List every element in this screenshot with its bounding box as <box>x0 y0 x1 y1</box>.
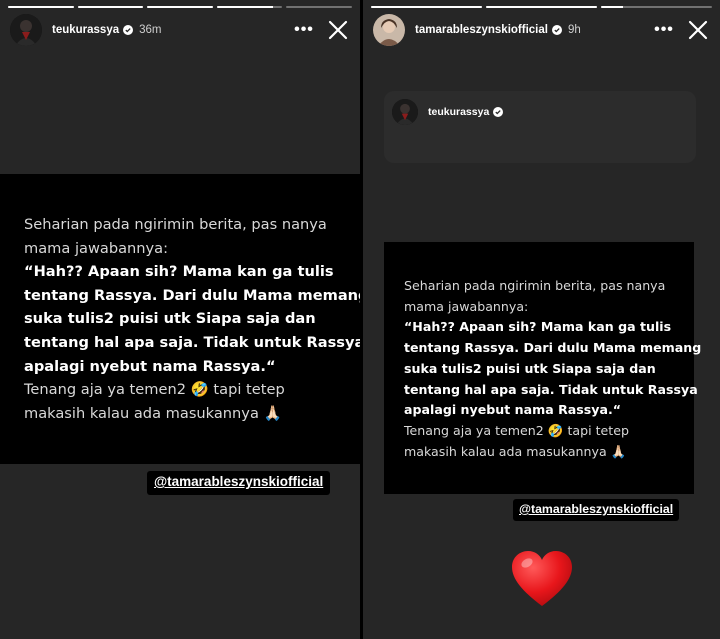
more-options-icon[interactable]: ••• <box>650 16 678 44</box>
story-progress-bar <box>8 6 352 8</box>
progress-segment <box>286 6 352 8</box>
avatar[interactable] <box>392 99 418 125</box>
progress-segment <box>371 6 482 8</box>
progress-segment <box>8 6 74 8</box>
repost-username[interactable]: teukurassya <box>428 106 489 118</box>
quote-line: suka tulis2 puisi utk Siapa saja dan <box>404 360 656 376</box>
mention-sticker[interactable]: @tamarableszynskiofficial <box>147 471 331 495</box>
quote-line: tentang hal apa saja. Tidak untuk Rassya <box>24 333 360 351</box>
verified-badge-icon <box>551 25 562 35</box>
story-panel-left[interactable]: teukurassya 36m ••• Seharian pada ngirim… <box>0 0 360 639</box>
quote-line: mama jawabannya: <box>404 298 529 314</box>
mention-sticker[interactable]: @tamarableszynskiofficial <box>513 499 680 521</box>
verified-badge-icon <box>123 25 134 35</box>
close-icon[interactable] <box>324 16 352 44</box>
quote-line: makasih kalau ada masukannya 🙏🏻 <box>404 443 627 459</box>
quote-line: “Hah?? Apaan sih? Mama kan ga tulis <box>404 319 672 335</box>
quote-line: “Hah?? Apaan sih? Mama kan ga tulis <box>24 263 334 281</box>
progress-segment <box>147 6 213 8</box>
story-header: tamarableszynskiofficial 9h ••• <box>373 14 712 46</box>
story-timestamp: 9h <box>567 24 581 36</box>
progress-segment <box>601 6 712 8</box>
progress-segment <box>486 6 597 8</box>
story-timestamp: 36m <box>139 24 162 36</box>
quote-line: apalagi nyebut nama Rassya.“ <box>24 357 276 375</box>
story-header: teukurassya 36m ••• <box>10 14 352 46</box>
quote-line: Seharian pada ngirimin berita, pas nanya <box>24 216 327 233</box>
quote-text-box: Seharian pada ngirimin berita, pas nanya… <box>384 242 702 494</box>
quote-line: tentang Rassya. Dari dulu Mama memang <box>404 340 702 356</box>
quote-line: suka tulis2 puisi utk Siapa saja dan <box>24 310 316 328</box>
quote-line: apalagi nyebut nama Rassya.“ <box>404 402 622 418</box>
quote-line: makasih kalau ada masukannya 🙏🏻 <box>24 404 282 422</box>
verified-badge-icon <box>493 107 504 117</box>
quote-line: Seharian pada ngirimin berita, pas nanya <box>404 278 666 293</box>
quote-text-box: Seharian pada ngirimin berita, pas nanya… <box>0 174 360 464</box>
story-panel-right[interactable]: tamarableszynskiofficial 9h ••• teukuras… <box>363 0 720 639</box>
story-username[interactable]: tamarableszynskiofficial <box>415 24 548 36</box>
quote-line: tentang Rassya. Dari dulu Mama memang <box>24 286 360 304</box>
quote-line: mama jawabannya: <box>24 239 169 257</box>
story-username[interactable]: teukurassya <box>52 24 119 36</box>
close-icon[interactable] <box>684 16 712 44</box>
story-progress-bar <box>371 6 712 8</box>
progress-segment <box>216 6 283 8</box>
heart-icon <box>512 551 572 606</box>
reposted-story-card[interactable]: teukurassya <box>384 91 696 163</box>
avatar[interactable] <box>10 14 42 46</box>
quote-line: tentang hal apa saja. Tidak untuk Rassya <box>404 381 698 397</box>
progress-segment <box>77 6 144 8</box>
avatar[interactable] <box>373 14 405 46</box>
more-options-icon[interactable]: ••• <box>290 16 318 44</box>
quote-line: Tenang aja ya temen2 🤣 tapi tetep <box>24 381 285 399</box>
quote-line: Tenang aja ya temen2 🤣 tapi tetep <box>404 422 629 438</box>
